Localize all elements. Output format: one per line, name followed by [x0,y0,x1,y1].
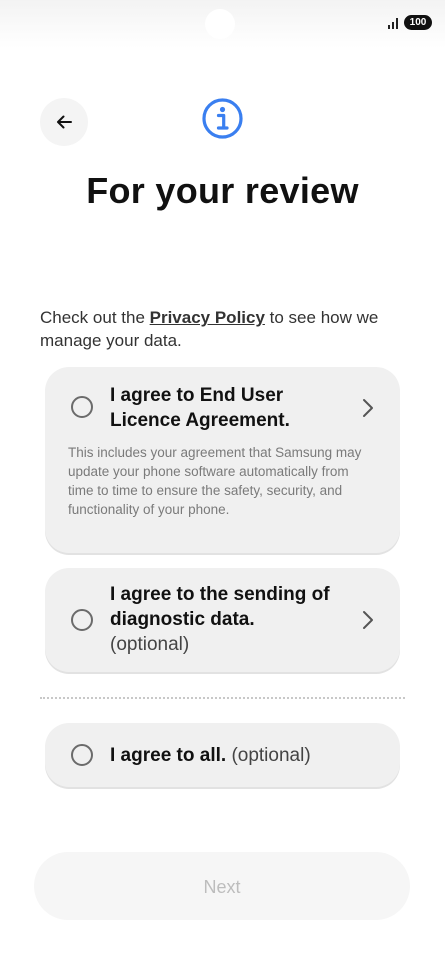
intro-text: Check out the Privacy Policy to see how … [40,306,410,352]
agree-all-optional: (optional) [231,745,311,766]
agree-all-label: I agree to all. (optional) [110,745,311,766]
intro-prefix: Check out the [40,308,150,327]
back-button[interactable] [40,98,88,146]
diagnostic-label: I agree to the sending of diagnostic dat… [110,584,330,655]
diagnostic-optional: (optional) [110,634,190,655]
chevron-right-icon[interactable] [362,398,374,418]
page-title: For your review [86,170,359,211]
next-button[interactable]: Next [34,852,410,920]
eula-consent-card[interactable]: I agree to End User Licence Agreement. T… [45,367,400,553]
divider [40,697,405,699]
eula-label: I agree to End User Licence Agreement. [110,385,290,431]
privacy-policy-link[interactable]: Privacy Policy [150,308,265,327]
signal-icon [388,18,398,29]
status-bar: 100 [0,0,445,48]
eula-radio[interactable] [71,396,93,418]
eula-description: This includes your agreement that Samsun… [68,445,362,517]
agree-all-radio[interactable] [71,744,93,766]
diagnostic-consent-card[interactable]: I agree to the sending of diagnostic dat… [45,568,400,672]
diagnostic-radio[interactable] [71,609,93,631]
battery-level: 100 [404,15,432,30]
info-circle-icon [202,98,243,139]
chevron-right-icon[interactable] [362,610,374,630]
camera-cutout [205,9,235,39]
agree-all-card[interactable]: I agree to all. (optional) [45,723,400,787]
arrow-left-icon [57,115,72,129]
